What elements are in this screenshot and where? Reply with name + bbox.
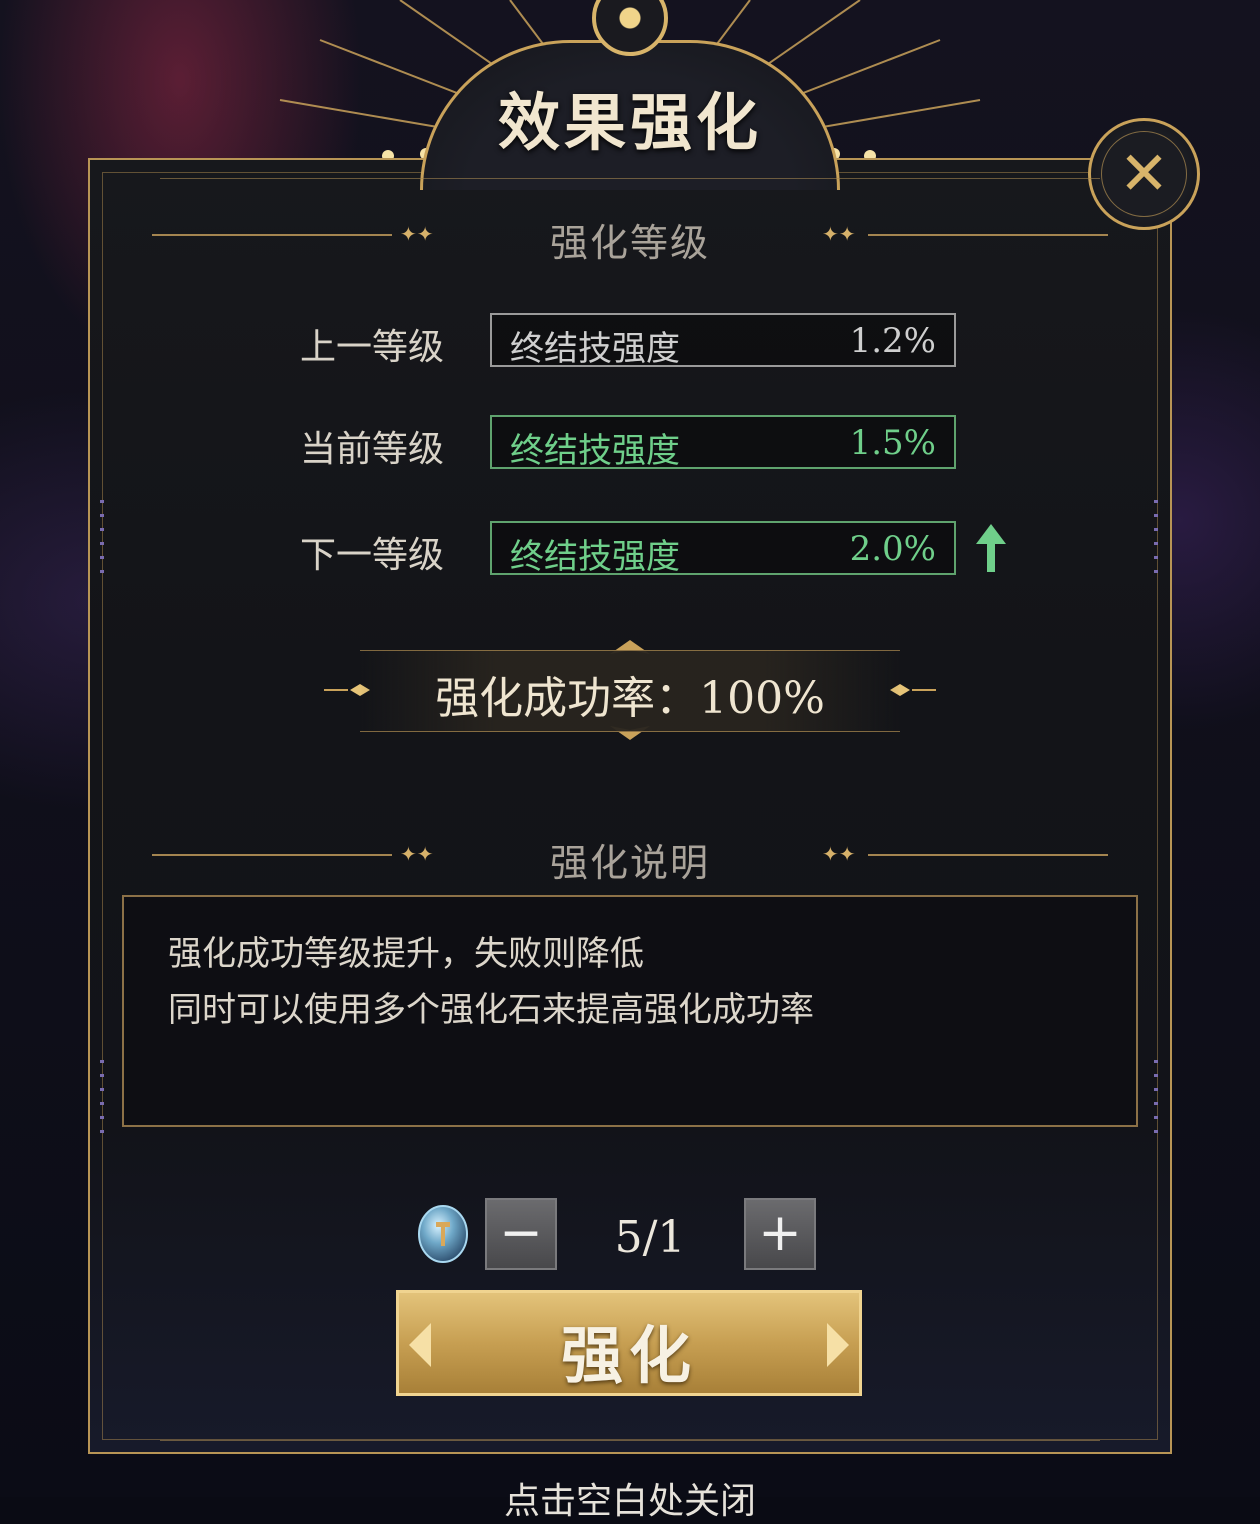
close-hint-text[interactable]: 点击空白处关闭 — [480, 1472, 780, 1524]
minus-icon: − — [499, 1203, 543, 1263]
current-level-label: 当前等级 — [300, 429, 445, 470]
desc-section-title: 强化说明 — [549, 841, 710, 885]
desc-diamonds-left: ✦✦ — [400, 842, 434, 866]
previous-level-stat: 终结技强度 1.2% — [490, 313, 956, 369]
level-section-title: 强化等级 — [549, 221, 710, 265]
level-divider-left — [152, 234, 392, 236]
success-rate-text: 强化成功率：100% — [435, 673, 825, 724]
stat-name: 终结技强度 — [510, 537, 680, 577]
success-rate-banner: 强化成功率：100% — [320, 640, 940, 740]
enhance-button[interactable]: 强化 — [396, 1290, 862, 1396]
left-dots-decoration — [100, 500, 104, 580]
description-line-2: 同时可以使用多个强化石来提高强化成功率 — [168, 990, 814, 1030]
material-count: 5/1 — [614, 1212, 686, 1263]
next-level-label: 下一等级 — [300, 535, 445, 576]
up-arrow-icon — [976, 524, 1006, 572]
desc-divider-left — [152, 854, 392, 856]
plus-icon: + — [758, 1203, 802, 1263]
stat-name: 终结技强度 — [510, 431, 680, 471]
enhance-button-label: 强化 — [560, 1319, 697, 1392]
level-diamonds-left: ✦✦ — [400, 222, 434, 246]
stat-value: 1.5% — [849, 423, 936, 463]
description-line-1: 强化成功等级提升，失败则降低 — [168, 934, 644, 974]
dialog-title: 效果强化 — [497, 86, 762, 159]
close-x-icon: ✕ — [1118, 139, 1170, 209]
close-button[interactable]: ✕ — [1088, 118, 1200, 230]
bottom-divider — [160, 1440, 1100, 1441]
right-dots-decoration-lower — [1154, 1060, 1158, 1140]
previous-level-label: 上一等级 — [300, 327, 445, 368]
right-dots-decoration — [1154, 500, 1158, 580]
level-divider-right — [868, 234, 1108, 236]
top-divider — [160, 178, 1100, 179]
current-level-stat: 终结技强度 1.5% — [490, 415, 956, 471]
desc-diamonds-right: ✦✦ — [822, 842, 856, 866]
increase-button[interactable]: + — [744, 1198, 816, 1270]
stat-value: 2.0% — [849, 529, 936, 569]
enhance-stone-icon — [418, 1205, 468, 1263]
stat-value: 1.2% — [849, 321, 936, 361]
left-dots-decoration-lower — [100, 1060, 104, 1140]
decrease-button[interactable]: − — [485, 1198, 557, 1270]
level-diamonds-right: ✦✦ — [822, 222, 856, 246]
desc-divider-right — [868, 854, 1108, 856]
next-level-stat: 终结技强度 2.0% — [490, 521, 956, 577]
stat-name: 终结技强度 — [510, 329, 680, 369]
